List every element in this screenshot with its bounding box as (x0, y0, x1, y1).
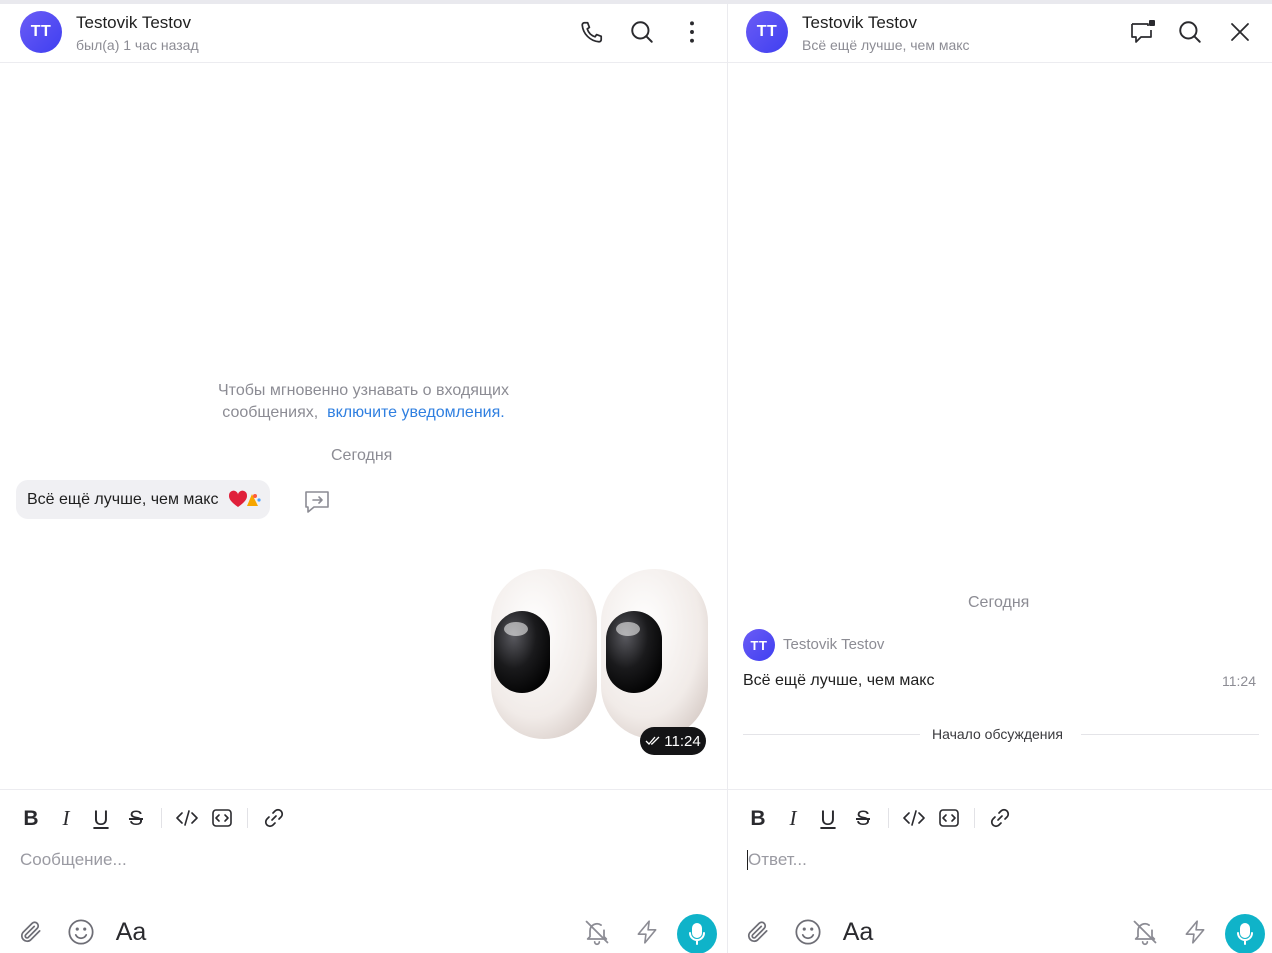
toolbar-separator (161, 808, 162, 828)
attach-icon[interactable] (741, 915, 775, 949)
underline-button[interactable]: U (814, 804, 842, 832)
message-text: Всё ещё лучше, чем макс (27, 490, 219, 508)
message-reactions[interactable] (228, 489, 262, 511)
thread-start-line (1081, 734, 1259, 735)
message-bubble[interactable]: Всё ещё лучше, чем макс (16, 480, 271, 519)
code-block-icon[interactable] (208, 804, 236, 832)
silent-send-bell-icon[interactable] (580, 915, 614, 949)
voice-message-button[interactable] (677, 914, 717, 953)
underline-button[interactable]: U (87, 804, 115, 832)
silent-send-bell-icon[interactable] (1128, 915, 1162, 949)
link-icon[interactable] (260, 804, 288, 832)
thread-header: TT Testovik Testov Всё ещё лучше, чем ма… (728, 4, 1272, 63)
italic-button[interactable]: I (52, 804, 80, 832)
text-format-toggle[interactable]: Aa (114, 915, 148, 949)
link-icon[interactable] (986, 804, 1014, 832)
sticker-time-badge: 11:24 (640, 727, 706, 755)
thread-subtitle: Всё ещё лучше, чем макс (802, 37, 970, 53)
italic-button[interactable]: I (779, 804, 807, 832)
microphone-icon (1237, 923, 1253, 945)
strikethrough-button[interactable]: S (122, 804, 150, 832)
date-separator: Сегодня (331, 447, 393, 464)
notice-line-2: сообщениях, включите уведомления. (0, 402, 727, 424)
eyes-sticker[interactable] (488, 567, 710, 742)
thread-root-message[interactable]: Всё ещё лучше, чем макс (743, 672, 934, 690)
thread-start-line (743, 734, 920, 735)
bold-button[interactable]: B (744, 804, 772, 832)
contact-avatar[interactable]: TT (20, 11, 62, 53)
emoji-icon[interactable] (64, 915, 98, 949)
reply-in-thread-icon[interactable] (302, 488, 332, 516)
code-block-icon[interactable] (935, 804, 963, 832)
heart-emoji (229, 490, 262, 507)
notice-text: сообщениях, (222, 404, 319, 421)
chat-header: TT Testovik Testov был(а) 1 час назад (0, 4, 727, 63)
attach-icon[interactable] (14, 915, 48, 949)
avatar-initials: TT (750, 637, 768, 653)
message-input[interactable] (20, 848, 520, 872)
chat-pane: TT Testovik Testov был(а) 1 час назад Чт… (0, 4, 727, 953)
sticker-time: 11:24 (664, 732, 701, 750)
date-separator: Сегодня (968, 594, 1030, 611)
toolbar-separator (888, 808, 889, 828)
enable-notifications-link[interactable]: включите уведомления. (327, 404, 505, 421)
message-time: 11:24 (1222, 673, 1256, 689)
microphone-icon (689, 923, 705, 945)
avatar-initials: TT (30, 23, 52, 40)
lightning-icon[interactable] (1178, 915, 1212, 949)
author-avatar[interactable]: TT (743, 629, 775, 661)
avatar-initials: TT (756, 23, 778, 40)
thread-pane: TT Testovik Testov Всё ещё лучше, чем ма… (728, 4, 1272, 953)
text-format-toggle[interactable]: Aa (841, 915, 875, 949)
contact-status: был(а) 1 час назад (76, 37, 199, 53)
phone-icon[interactable] (576, 16, 608, 48)
emoji-icon[interactable] (791, 915, 825, 949)
thread-title: Testovik Testov (802, 13, 917, 32)
thread-avatar[interactable]: TT (746, 11, 788, 53)
close-icon[interactable] (1224, 16, 1256, 48)
code-icon[interactable] (173, 804, 201, 832)
reply-composer: B I U S Aa (728, 789, 1272, 953)
search-icon[interactable] (1174, 16, 1206, 48)
notice-line-1: Чтобы мгновенно узнавать о входящих (218, 382, 509, 399)
notifications-notice: Чтобы мгновенно узнавать о входящих сооб… (0, 380, 727, 424)
more-vertical-icon[interactable] (676, 16, 708, 48)
search-icon[interactable] (626, 16, 658, 48)
comments-icon[interactable] (1127, 16, 1159, 48)
party-emoji (247, 494, 262, 506)
code-icon[interactable] (900, 804, 928, 832)
message-composer: B I U S Aa (0, 789, 727, 953)
toolbar-separator (974, 808, 975, 828)
toolbar-separator (247, 808, 248, 828)
contact-name[interactable]: Testovik Testov (76, 13, 191, 33)
strikethrough-button[interactable]: S (849, 804, 877, 832)
reply-input[interactable] (748, 848, 1148, 872)
voice-message-button[interactable] (1225, 914, 1265, 953)
read-checkmarks-icon (645, 736, 660, 745)
thread-start-label: Начало обсуждения (932, 726, 1063, 742)
lightning-icon[interactable] (630, 915, 664, 949)
author-name[interactable]: Testovik Testov (783, 636, 884, 653)
bold-button[interactable]: B (17, 804, 45, 832)
